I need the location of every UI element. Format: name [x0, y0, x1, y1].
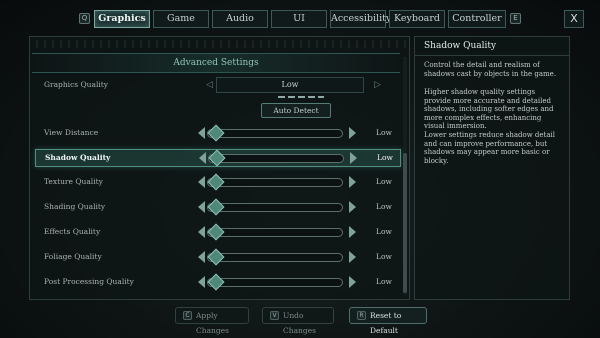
key-hint: R — [357, 311, 366, 320]
graphics-quality-selector[interactable]: Low — [216, 77, 364, 93]
arrow-left-icon[interactable] — [198, 226, 205, 238]
button-label: Undo Changes — [283, 311, 316, 335]
setting-value: Low — [377, 153, 393, 162]
tab-keyboard[interactable]: Keyboard — [389, 10, 445, 28]
setting-row-texture-quality[interactable]: Texture Quality Low — [35, 173, 401, 192]
setting-row-view-distance[interactable]: View Distance Low — [35, 124, 401, 143]
setting-row-foliage-quality[interactable]: Foliage Quality Low — [35, 248, 401, 267]
description-panel: Shadow Quality Control the detail and re… — [414, 36, 570, 300]
tab-game[interactable]: Game — [153, 10, 209, 28]
slider-track[interactable] — [207, 223, 343, 241]
setting-label: Shading Quality — [44, 202, 106, 211]
setting-value: Low — [376, 202, 392, 211]
arrow-right-icon[interactable] — [349, 226, 356, 238]
arrow-right-icon[interactable] — [349, 176, 356, 188]
setting-row-effects-quality[interactable]: Effects Quality Low — [35, 223, 401, 242]
reset-to-default-button[interactable]: R Reset to Default — [349, 307, 427, 335]
arrow-left-icon[interactable] — [198, 201, 205, 213]
setting-value: Low — [376, 177, 392, 186]
slider-track[interactable] — [207, 248, 343, 266]
setting-label: Effects Quality — [44, 227, 101, 236]
setting-label: Graphics Quality — [44, 80, 109, 89]
next-tab-key-hint: E — [510, 13, 521, 24]
button-label: Apply Changes — [196, 311, 229, 335]
arrow-left-icon[interactable] — [198, 176, 205, 188]
setting-value: Low — [376, 128, 392, 137]
preset-indicator — [278, 96, 324, 98]
button-label: Reset to Default — [370, 311, 402, 335]
setting-label: Foliage Quality — [44, 252, 102, 261]
setting-value: Low — [376, 277, 392, 286]
tab-accessibility[interactable]: Accessibility — [330, 10, 391, 28]
tab-ui[interactable]: UI — [271, 10, 327, 28]
slider-track[interactable] — [207, 198, 343, 216]
arrow-left-icon[interactable] — [198, 276, 205, 288]
arrow-left-icon[interactable] — [198, 251, 205, 263]
panel-ornament — [30, 40, 409, 48]
scrollbar-thumb[interactable] — [403, 153, 407, 293]
setting-row-shadow-quality[interactable]: Shadow Quality Low — [35, 149, 401, 167]
arrow-left-icon[interactable]: ◁ — [206, 81, 213, 90]
description-paragraph: Lower settings reduce shadow detail and … — [424, 131, 556, 165]
slider-track[interactable] — [207, 273, 343, 291]
slider-track[interactable] — [207, 124, 343, 142]
arrow-left-icon[interactable] — [198, 127, 205, 139]
arrow-right-icon[interactable] — [350, 152, 357, 164]
setting-value: Low — [281, 80, 299, 89]
setting-label: Shadow Quality — [45, 153, 111, 162]
tab-bar: Q Graphics Game Audio UI Accessibility K… — [0, 10, 600, 30]
slider-handle[interactable] — [207, 273, 225, 291]
settings-panel: Advanced Settings Graphics Quality ◁ Low… — [29, 36, 410, 300]
key-hint: C — [183, 311, 192, 320]
arrow-right-icon[interactable] — [349, 127, 356, 139]
section-header: Advanced Settings — [32, 53, 400, 73]
description-title: Shadow Quality — [424, 41, 497, 51]
divider — [415, 55, 569, 56]
tab-audio[interactable]: Audio — [212, 10, 268, 28]
tab-controller[interactable]: Controller — [448, 10, 506, 28]
setting-label: View Distance — [44, 128, 99, 137]
close-button[interactable]: X — [564, 10, 584, 28]
slider-handle[interactable] — [207, 198, 225, 216]
setting-label: Texture Quality — [44, 177, 103, 186]
undo-changes-button[interactable]: V Undo Changes — [262, 307, 334, 335]
description-paragraph: Control the detail and realism of shadow… — [424, 61, 557, 78]
setting-value: Low — [376, 227, 392, 236]
setting-row-shading-quality[interactable]: Shading Quality Low — [35, 198, 401, 217]
setting-row-post-processing-quality[interactable]: Post Processing Quality Low — [35, 273, 401, 292]
key-hint: V — [270, 311, 279, 320]
description-paragraph: Higher shadow quality settings provide m… — [424, 88, 554, 130]
slider-handle[interactable] — [208, 149, 226, 167]
arrow-right-icon[interactable] — [349, 201, 356, 213]
arrow-right-icon[interactable] — [349, 251, 356, 263]
slider-track[interactable] — [207, 173, 343, 191]
prev-tab-key-hint: Q — [79, 13, 90, 24]
arrow-left-icon[interactable] — [199, 152, 206, 164]
slider-track[interactable] — [208, 149, 344, 167]
slider-handle[interactable] — [207, 124, 225, 142]
scrollbar[interactable] — [403, 57, 407, 295]
arrow-right-icon[interactable] — [349, 276, 356, 288]
tab-graphics[interactable]: Graphics — [94, 10, 150, 28]
arrow-right-icon[interactable]: ▷ — [374, 81, 381, 90]
setting-label: Post Processing Quality — [44, 277, 134, 286]
slider-handle[interactable] — [207, 223, 225, 241]
slider-handle[interactable] — [207, 248, 225, 266]
slider-handle[interactable] — [207, 173, 225, 191]
setting-row-graphics-quality[interactable]: Graphics Quality ◁ Low ▷ — [35, 77, 401, 98]
apply-changes-button[interactable]: C Apply Changes — [175, 307, 249, 335]
auto-detect-button[interactable]: Auto Detect — [261, 103, 331, 118]
setting-value: Low — [376, 252, 392, 261]
